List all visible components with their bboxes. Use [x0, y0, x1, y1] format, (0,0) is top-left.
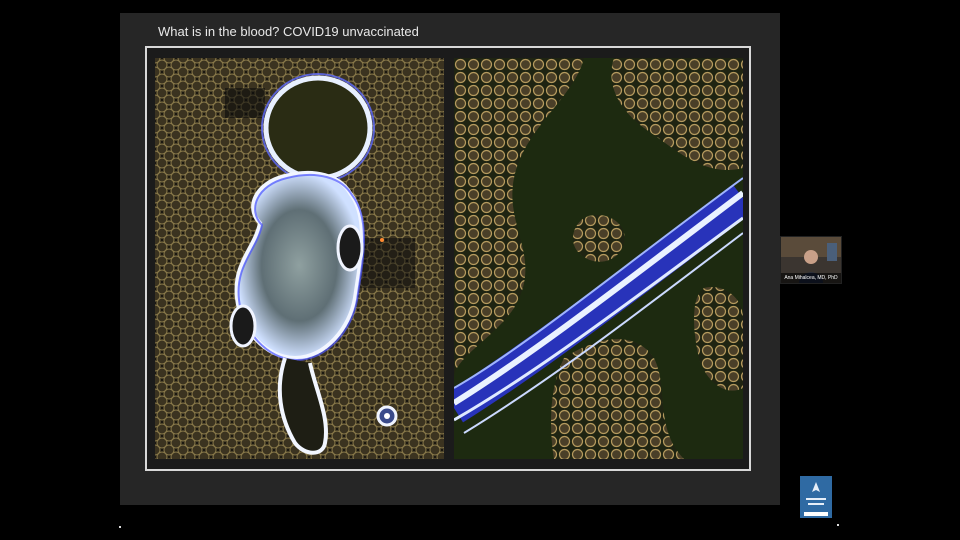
organization-logo-icon — [800, 476, 832, 518]
image-frame — [145, 46, 751, 471]
microscopy-image-right — [454, 58, 743, 459]
speaker-name-caption: Ana Mihalcea, MD, PhD — [781, 273, 841, 283]
corner-marker — [119, 526, 121, 528]
slide-title: What is in the blood? COVID19 unvaccinat… — [158, 24, 419, 39]
logo-graphic — [800, 476, 832, 518]
corner-marker — [837, 524, 839, 526]
speaker-video-thumbnail[interactable]: Ana Mihalcea, MD, PhD — [780, 236, 842, 284]
microscopy-image-left — [155, 58, 444, 459]
microscopy-right-graphic — [454, 58, 743, 459]
presentation-slide: What is in the blood? COVID19 unvaccinat… — [120, 13, 780, 505]
microscopy-left-graphic — [155, 58, 444, 459]
